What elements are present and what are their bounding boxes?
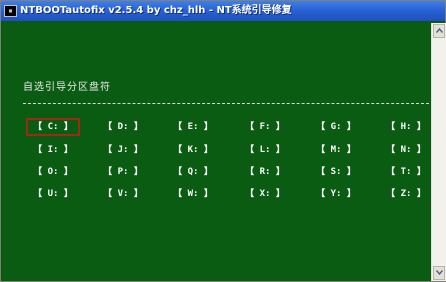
drive-option-y[interactable]: 【 Y: 】 — [311, 187, 361, 201]
drive-option-n[interactable]: 【 N: 】 — [381, 143, 431, 157]
drive-option-t[interactable]: 【 T: 】 — [381, 165, 431, 179]
drive-option-d[interactable]: 【 D: 】 — [98, 120, 148, 134]
window-title: NTBOOTautofix v2.5.4 by chz_hlh - NT系统引导… — [20, 5, 292, 16]
vertical-scrollbar[interactable] — [431, 23, 446, 281]
drive-option-k[interactable]: 【 K: 】 — [168, 143, 218, 157]
drive-option-l[interactable]: 【 L: 】 — [240, 143, 290, 157]
drive-option-s[interactable]: 【 S: 】 — [311, 165, 361, 179]
drive-option-v[interactable]: 【 V: 】 — [98, 187, 148, 201]
drive-option-w[interactable]: 【 W: 】 — [168, 187, 218, 201]
drive-option-u[interactable]: 【 U: 】 — [28, 187, 78, 201]
drive-option-e[interactable]: 【 E: 】 — [168, 120, 218, 134]
title-bar[interactable]: ▪ NTBOOTautofix v2.5.4 by chz_hlh - NT系统… — [1, 1, 445, 21]
drive-option-o[interactable]: 【 O: 】 — [28, 165, 78, 179]
scroll-down-button[interactable] — [433, 266, 445, 280]
drive-option-f[interactable]: 【 F: 】 — [240, 120, 290, 134]
drive-option-q[interactable]: 【 Q: 】 — [168, 165, 218, 179]
drive-option-h[interactable]: 【 H: 】 — [381, 120, 431, 134]
drive-option-r[interactable]: 【 R: 】 — [240, 165, 290, 179]
drive-option-g[interactable]: 【 G: 】 — [311, 120, 361, 134]
drive-option-i[interactable]: 【 I: 】 — [28, 143, 78, 157]
dashed-divider — [23, 103, 429, 104]
drive-option-j[interactable]: 【 J: 】 — [98, 143, 148, 157]
console-window: ▪ NTBOOTautofix v2.5.4 by chz_hlh - NT系统… — [0, 0, 446, 282]
console-app-icon: ▪ — [4, 5, 17, 17]
scroll-up-button[interactable] — [433, 24, 445, 38]
chevron-down-icon — [435, 270, 443, 275]
drive-option-m[interactable]: 【 M: 】 — [311, 143, 361, 157]
drive-option-p[interactable]: 【 P: 】 — [98, 165, 148, 179]
drive-option-c[interactable]: 【 C: 】 — [26, 118, 80, 136]
drive-option-z[interactable]: 【 Z: 】 — [381, 187, 431, 201]
chevron-up-icon — [435, 28, 443, 33]
console-content: 自选引导分区盘符 【 C: 】 【 D: 】 【 E: 】 【 F: 】 【 G… — [3, 23, 430, 281]
section-heading: 自选引导分区盘符 — [23, 82, 111, 93]
drive-option-x[interactable]: 【 X: 】 — [240, 187, 290, 201]
